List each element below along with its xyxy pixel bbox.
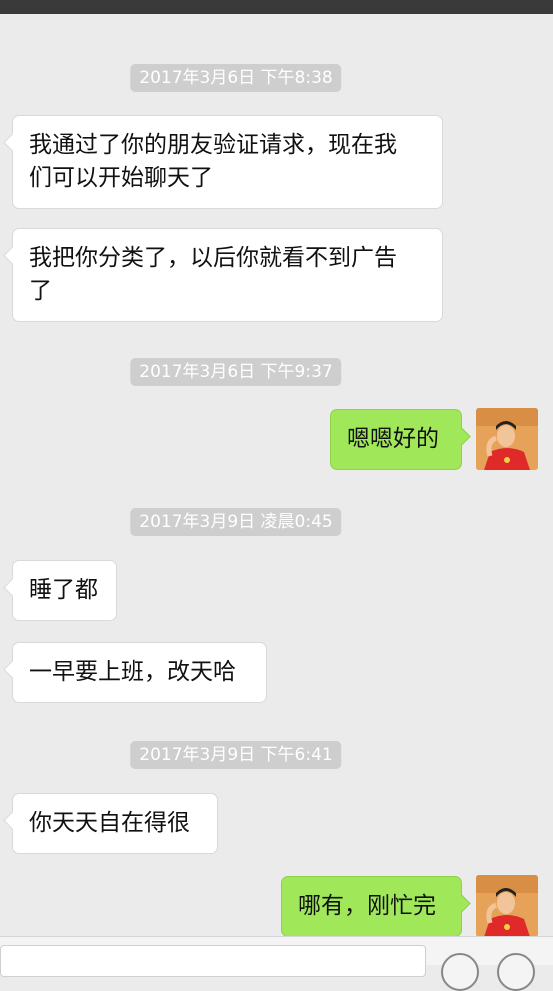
timestamp-badge: 2017年3月9日 下午6:41 xyxy=(130,741,342,769)
avatar-photo-icon xyxy=(476,875,538,937)
message-input[interactable] xyxy=(0,945,426,977)
message-received[interactable]: 我通过了你的朋友验证请求，现在我 们可以开始聊天了 xyxy=(12,115,443,209)
message-sent[interactable]: 哪有，刚忙完 xyxy=(281,876,462,937)
message-text: 了 xyxy=(29,278,52,304)
status-bar xyxy=(0,0,553,14)
timestamp-badge: 2017年3月6日 下午9:37 xyxy=(130,358,342,386)
message-text: 嗯嗯好的 xyxy=(347,426,439,452)
message-sent[interactable]: 嗯嗯好的 xyxy=(330,409,462,470)
message-text: 你天天自在得很 xyxy=(29,810,190,836)
message-text: 我把你分类了，以后你就看不到广告 xyxy=(29,245,397,271)
user-avatar[interactable] xyxy=(476,408,538,470)
message-text: 一早要上班，改天哈 xyxy=(29,659,236,685)
message-received[interactable]: 睡了都 xyxy=(12,560,117,621)
message-received[interactable]: 我把你分类了，以后你就看不到广告 了 xyxy=(12,228,443,322)
message-text: 哪有，刚忙完 xyxy=(298,893,436,919)
more-options-button[interactable] xyxy=(497,953,535,991)
timestamp-badge: 2017年3月6日 下午8:38 xyxy=(130,64,342,92)
message-text: 们可以开始聊天了 xyxy=(29,165,213,191)
user-avatar[interactable] xyxy=(476,875,538,937)
message-text: 睡了都 xyxy=(29,577,98,603)
avatar-photo-icon xyxy=(476,408,538,470)
message-received[interactable]: 一早要上班，改天哈 xyxy=(12,642,267,703)
message-text: 我通过了你的朋友验证请求，现在我 xyxy=(29,132,397,158)
input-toolbar xyxy=(0,936,553,991)
message-received[interactable]: 你天天自在得很 xyxy=(12,793,218,854)
timestamp-badge: 2017年3月9日 凌晨0:45 xyxy=(130,508,342,536)
emoji-button[interactable] xyxy=(441,953,479,991)
